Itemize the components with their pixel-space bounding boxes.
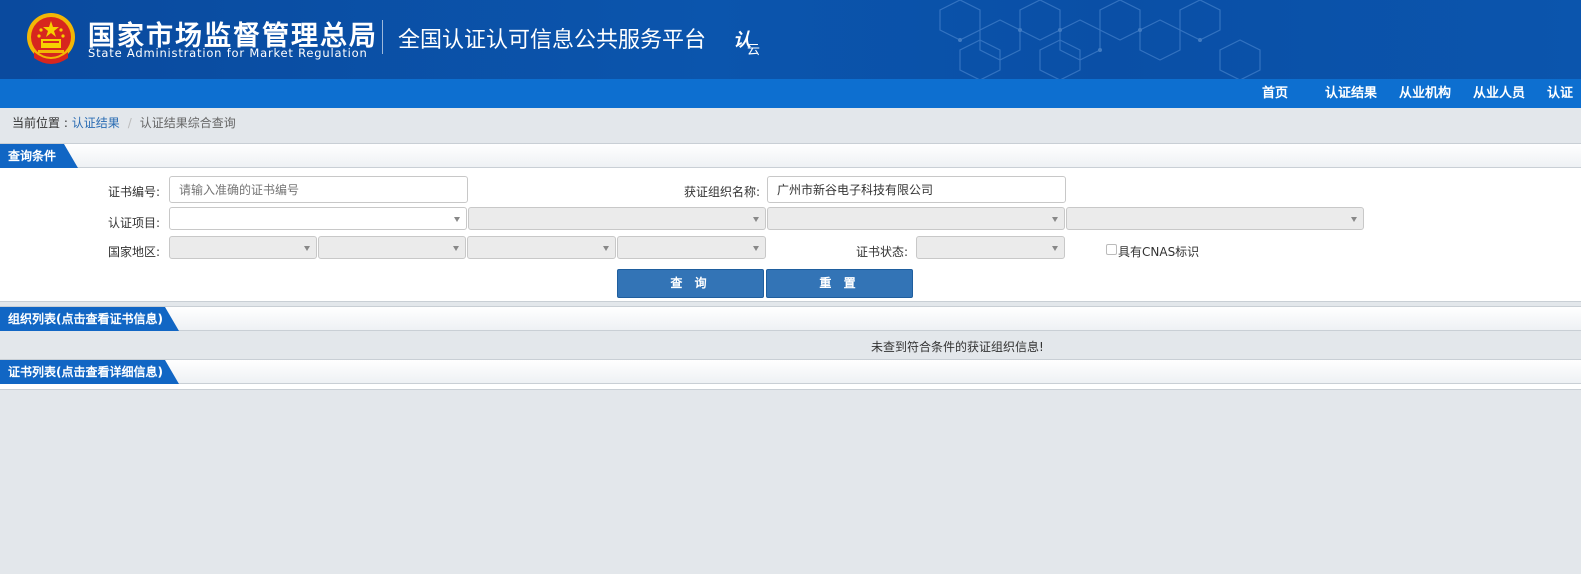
cert-project-label: 认证项目: [107,216,160,230]
cert-project-select-1[interactable] [169,207,467,230]
nav-item-personnel[interactable]: 从业人员 [1473,79,1525,108]
chevron-down-icon [453,246,459,251]
cert-project-select-3[interactable] [767,207,1065,230]
org-name-input[interactable] [767,176,1066,203]
chevron-down-icon [1052,246,1058,251]
cnas-checkbox[interactable] [1106,244,1117,255]
region-select-1[interactable] [169,236,317,259]
org-name-label: 获证组织名称: [683,185,760,199]
region-label: 国家地区: [107,245,160,259]
platform-logo: 认云 [733,26,764,58]
chevron-down-icon [753,217,759,222]
region-select-2[interactable] [318,236,466,259]
agency-title-english: State Administration for Market Regulati… [88,46,368,60]
breadcrumb-separator: / [127,116,132,130]
reset-button[interactable]: 重 置 [766,269,913,298]
query-panel-header: 查询条件 [0,144,1581,168]
query-panel-title: 查询条件 [0,144,78,168]
cert-no-label: 证书编号: [107,185,160,199]
nav-item-home[interactable]: 首页 [1262,79,1288,108]
chevron-down-icon [1351,217,1357,222]
cert-project-select-4[interactable] [1066,207,1364,230]
org-list-panel-header: 组织列表(点击查看证书信息) [0,307,1581,331]
chevron-down-icon [753,246,759,251]
nav-item-cert-more[interactable]: 认证 [1547,79,1573,108]
region-select-4[interactable] [617,236,766,259]
chevron-down-icon [304,246,310,251]
hexagon-pattern-icon [939,0,1261,79]
chevron-down-icon [603,246,609,251]
org-list-panel-title: 组织列表(点击查看证书信息) [0,307,179,331]
main-nav: 首页 认证结果 从业机构 从业人员 认证 [0,79,1581,108]
header-divider [382,20,383,54]
cnas-label: 具有CNAS标识 [1118,245,1200,259]
chevron-down-icon [454,217,460,222]
region-select-3[interactable] [467,236,616,259]
search-button[interactable]: 查 询 [617,269,764,298]
org-list-panel: 组织列表(点击查看证书信息) [0,306,1581,331]
breadcrumb: 当前位置 : 认证结果 / 认证结果综合查询 [12,108,236,138]
cert-no-input[interactable] [169,176,468,203]
cert-project-select-2[interactable] [468,207,766,230]
logo-subtext: 云 [747,43,761,58]
nav-item-cert-results[interactable]: 认证结果 [1325,79,1377,108]
cert-status-select[interactable] [916,236,1065,259]
breadcrumb-link-cert-results[interactable]: 认证结果 [72,116,120,130]
cert-status-label: 证书状态: [855,245,908,259]
org-list-empty-message: 未查到符合条件的获证组织信息! [871,340,1044,354]
national-emblem-icon [27,13,75,64]
cert-list-panel-title: 证书列表(点击查看详细信息) [0,360,179,384]
site-header: 国家市场监督管理总局 State Administration for Mark… [0,0,1581,79]
chevron-down-icon [1052,217,1058,222]
cert-list-panel-header: 证书列表(点击查看详细信息) [0,360,1581,384]
nav-item-institutions[interactable]: 从业机构 [1399,79,1451,108]
breadcrumb-label: 当前位置 : [12,116,72,130]
platform-title: 全国认证认可信息公共服务平台 [398,28,707,53]
cert-list-panel: 证书列表(点击查看详细信息) [0,359,1581,390]
breadcrumb-current: 认证结果综合查询 [139,116,236,130]
